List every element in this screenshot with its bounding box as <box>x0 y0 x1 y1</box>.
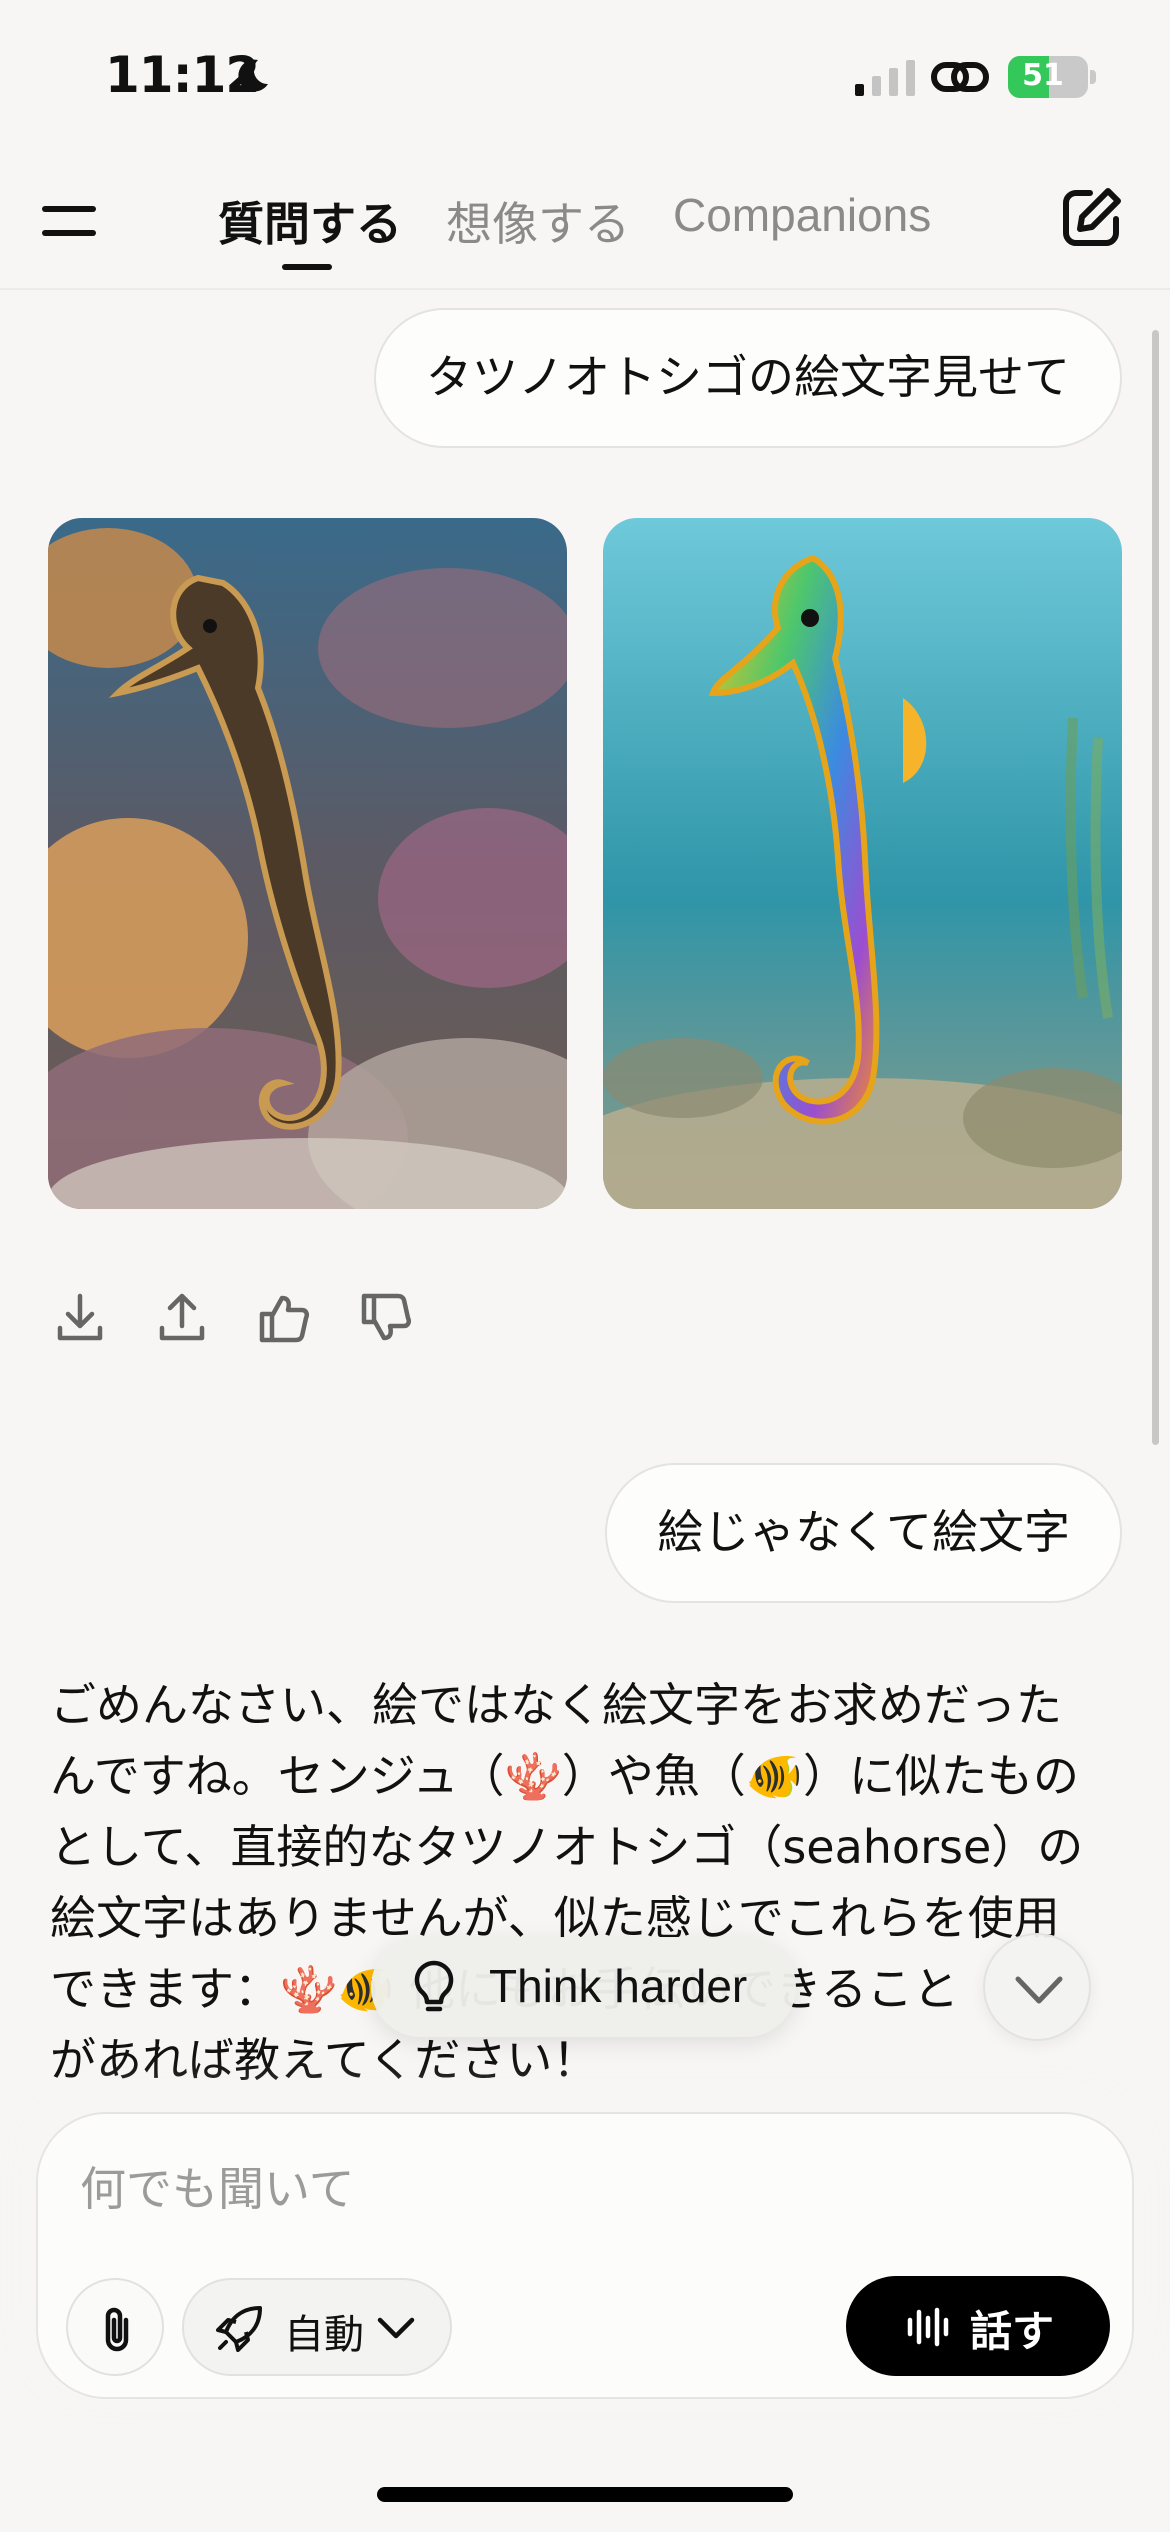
composer: 自動 話す <box>36 2112 1134 2399</box>
paperclip-icon <box>105 2307 129 2352</box>
thumbs-down-icon[interactable] <box>358 1290 414 1346</box>
tab-imagine[interactable]: 想像する <box>446 188 630 254</box>
battery-percent: 51 <box>1022 58 1064 93</box>
response-line: ごめんなさい、絵ではなく絵文字をお求めだった <box>50 1678 1062 1732</box>
chevron-down-icon <box>1015 1976 1063 2004</box>
compose-icon[interactable] <box>1060 185 1124 249</box>
speak-label: 話す <box>970 2307 1055 2356</box>
tab-companions[interactable]: Companions <box>673 188 931 242</box>
think-harder-button[interactable]: Think harder <box>371 1937 796 2037</box>
menu-line <box>42 230 96 236</box>
moon-icon <box>238 59 268 92</box>
download-icon[interactable] <box>52 1290 108 1346</box>
signal-icon <box>855 60 915 96</box>
mode-label: 自動 <box>284 2312 364 2358</box>
thumbs-up-icon[interactable] <box>256 1290 312 1346</box>
link-icon <box>931 62 989 92</box>
menu-line <box>42 206 96 212</box>
think-harder-label: Think harder <box>489 1960 748 2012</box>
audio-wave-icon <box>907 2307 949 2347</box>
home-indicator[interactable] <box>377 2487 793 2502</box>
user-message-bubble: 絵じゃなくて絵文字 <box>605 1463 1122 1603</box>
scroll-down-button[interactable] <box>983 1933 1091 2041</box>
share-icon[interactable] <box>154 1290 210 1346</box>
scrollbar[interactable] <box>1152 330 1159 1445</box>
status-bar: 11:12 51 <box>0 0 1170 150</box>
battery-indicator: 51 <box>1008 56 1088 98</box>
battery-nub <box>1090 70 1096 84</box>
active-tab-indicator <box>282 264 332 270</box>
mode-selector[interactable]: 自動 <box>182 2278 452 2376</box>
chevron-down-icon <box>377 2317 415 2339</box>
rainbow-seahorse-image[interactable] <box>603 518 1122 1209</box>
speak-button[interactable]: 話す <box>846 2276 1110 2376</box>
lightbulb-icon <box>414 1960 454 2012</box>
attach-button[interactable] <box>66 2278 164 2376</box>
message-input[interactable] <box>80 2154 980 2224</box>
rocket-icon <box>216 2306 262 2352</box>
user-message-bubble: タツノオトシゴの絵文字見せて <box>374 308 1122 448</box>
menu-icon[interactable] <box>40 200 100 250</box>
realistic-seahorse-image[interactable] <box>48 518 567 1209</box>
tab-ask[interactable]: 質問する <box>218 188 402 254</box>
top-nav: 質問する 想像する Companions <box>0 160 1170 290</box>
response-line: として、直接的なタツノオトシゴ（seahorse）の <box>50 1820 1084 1874</box>
response-line: んですね。センジュ（🪸）や魚（🐠）に似たもの <box>50 1749 1080 1803</box>
